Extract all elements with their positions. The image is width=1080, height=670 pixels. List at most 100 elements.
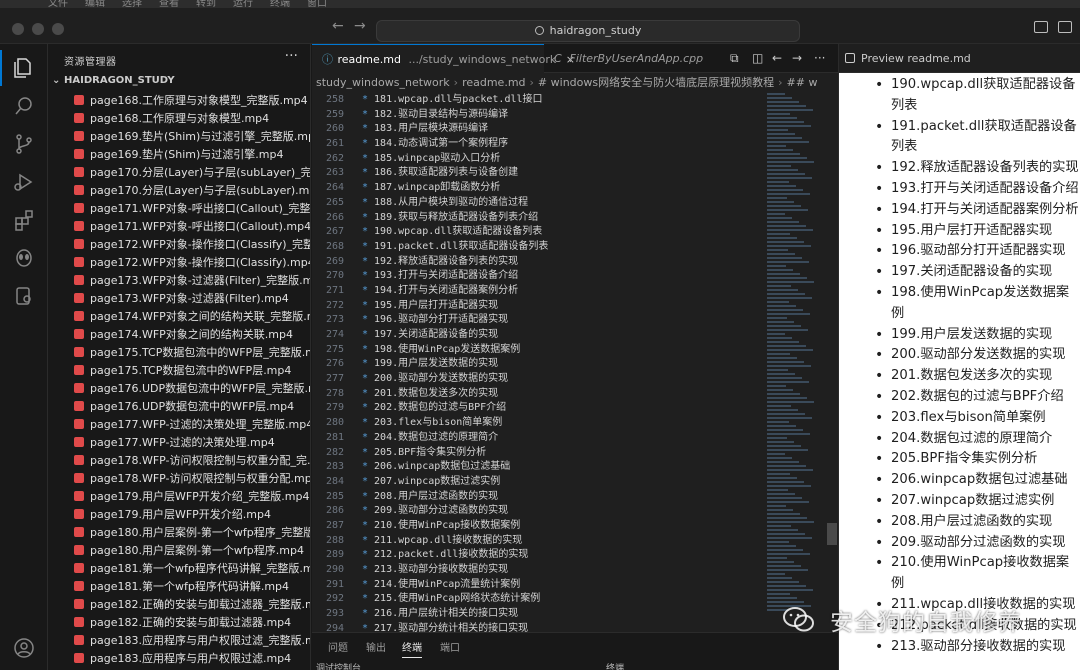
- menubar-item[interactable]: 编辑: [85, 0, 105, 8]
- toggle-sidebar-icon[interactable]: [1034, 21, 1048, 33]
- line-number: 290: [325, 564, 344, 575]
- code-line: 294 * 217.驱动部分统计相关的接口实现: [312, 622, 767, 632]
- source-control-icon[interactable]: [12, 132, 36, 156]
- file-item[interactable]: page178.WFP-访问权限控制与权重分配.mp4: [48, 470, 310, 488]
- menubar-item[interactable]: 窗口: [307, 0, 327, 8]
- scrollbar-thumb[interactable]: [827, 523, 837, 545]
- menubar-item[interactable]: 文件: [48, 0, 68, 8]
- menubar-item[interactable]: 转到: [196, 0, 216, 8]
- list-bullet: *: [362, 578, 369, 590]
- command-center-search[interactable]: haidragon_study: [376, 20, 800, 42]
- file-item[interactable]: page181.第一个wfp程序代码讲解.mp4: [48, 578, 310, 596]
- toggle-panel-icon[interactable]: [1058, 21, 1072, 33]
- file-item[interactable]: page169.垫片(Shim)与过滤引擎.mp4: [48, 146, 310, 164]
- open-preview-icon[interactable]: ⧉: [730, 51, 739, 66]
- tab-output[interactable]: 输出: [366, 639, 386, 654]
- code-line: 283 * 206.winpcap数据包过滤基础: [312, 460, 767, 475]
- back-arrow-icon[interactable]: ←: [332, 18, 344, 34]
- file-item[interactable]: page171.WFP对象-呼出接口(Callout)_完整版...: [48, 200, 310, 218]
- preview-list-item: 206.winpcap数据包过滤基础: [873, 470, 1080, 491]
- file-item[interactable]: page168.工作原理与对象模型_完整版.mp4: [48, 92, 310, 110]
- file-item[interactable]: page176.UDP数据包流中的WFP层_完整版.m...: [48, 380, 310, 398]
- run-debug-icon[interactable]: [12, 170, 36, 194]
- menubar-item[interactable]: 运行: [233, 0, 253, 8]
- back-arrow-icon[interactable]: ←: [772, 51, 782, 65]
- file-item[interactable]: page180.用户层案例-第一个wfp程序_完整版...: [48, 524, 310, 542]
- file-item[interactable]: page171.WFP对象-呼出接口(Callout).mp4: [48, 218, 310, 236]
- code-text: 198.使用WinPcap发送数据案例: [374, 343, 521, 355]
- file-item[interactable]: page168.工作原理与对象模型.mp4: [48, 110, 310, 128]
- editor-scrollbar[interactable]: [827, 93, 837, 623]
- code-line: 262 * 185.winpcap驱动入口分析: [312, 152, 767, 167]
- file-item[interactable]: page170.分层(Layer)与子层(subLayer)_完整...: [48, 164, 310, 182]
- breadcrumb-heading-1[interactable]: # windows网络安全与防火墙底层原理视频教程: [538, 76, 774, 89]
- file-item[interactable]: page183.应用程序与用户权限过滤_完整版.m...: [48, 632, 310, 650]
- file-item[interactable]: page179.用户层WFP开发介绍.mp4: [48, 506, 310, 524]
- file-item[interactable]: page181.第一个wfp程序代码讲解_完整版.mp4: [48, 560, 310, 578]
- breadcrumb-folder[interactable]: study_windows_network: [316, 76, 450, 89]
- minimap-line: [767, 369, 788, 371]
- file-item[interactable]: page179.用户层WFP开发介绍_完整版.mp4: [48, 488, 310, 506]
- file-item[interactable]: page173.WFP对象-过滤器(Filter).mp4: [48, 290, 310, 308]
- search-icon[interactable]: [12, 94, 36, 118]
- alien-extension-icon[interactable]: [12, 246, 36, 270]
- file-label: page169.垫片(Shim)与过滤引擎.mp4: [90, 148, 284, 161]
- code-line: 282 * 205.BPF指令集实例分析: [312, 446, 767, 461]
- breadcrumb-heading-2[interactable]: ## w: [787, 76, 818, 89]
- extensions-icon[interactable]: [12, 208, 36, 232]
- minimap[interactable]: [767, 93, 825, 623]
- file-item[interactable]: page172.WFP对象-操作接口(Classify).mp4: [48, 254, 310, 272]
- file-item[interactable]: page175.TCP数据包流中的WFP层_完整版.m...: [48, 344, 310, 362]
- file-item[interactable]: page175.TCP数据包流中的WFP层.mp4: [48, 362, 310, 380]
- forward-arrow-icon[interactable]: →: [354, 18, 366, 34]
- file-item[interactable]: page182.正确的安装与卸载过滤器.mp4: [48, 614, 310, 632]
- more-actions-icon[interactable]: ···: [814, 51, 825, 65]
- list-bullet: *: [362, 622, 369, 632]
- maximize-window-button[interactable]: [52, 23, 64, 35]
- minimize-window-button[interactable]: [32, 23, 44, 35]
- file-item[interactable]: page174.WFP对象之间的结构关联.mp4: [48, 326, 310, 344]
- forward-arrow-icon[interactable]: →: [792, 51, 802, 65]
- code-area[interactable]: 258 * 181.wpcap.dll与packet.dll接口 259 * 182.驱动…: [312, 93, 767, 632]
- tab-filter-cpp[interactable]: C FilterByUserAndApp.cpp: [544, 44, 714, 73]
- explorer-sidebar: 资源管理器 ··· ⌄ HAIDRAGON_STUDY page168.工作原理与…: [48, 44, 311, 670]
- video-file-icon: [74, 563, 84, 573]
- code-line: 263 * 186.获取适配器列表与设备创建: [312, 166, 767, 181]
- file-item[interactable]: page183.应用程序与用户权限过滤.mp4: [48, 650, 310, 668]
- code-text: 214.使用WinPcap流量统计案例: [374, 578, 521, 590]
- breadcrumb-file[interactable]: readme.md: [462, 76, 525, 89]
- explorer-icon[interactable]: [12, 56, 36, 80]
- tab-problems[interactable]: 问题: [328, 639, 348, 654]
- minimap-line: [767, 429, 803, 431]
- video-file-icon: [74, 131, 84, 141]
- file-item[interactable]: page174.WFP对象之间的结构关联_完整版.m...: [48, 308, 310, 326]
- file-item[interactable]: page176.UDP数据包流中的WFP层.mp4: [48, 398, 310, 416]
- file-item[interactable]: page180.用户层案例-第一个wfp程序.mp4: [48, 542, 310, 560]
- menubar-item[interactable]: 查看: [159, 0, 179, 8]
- file-item[interactable]: page182.正确的安装与卸载过滤器_完整版.m...: [48, 596, 310, 614]
- file-item[interactable]: page177.WFP-过滤的决策处理.mp4: [48, 434, 310, 452]
- more-actions-icon[interactable]: ···: [285, 48, 298, 64]
- file-item[interactable]: page173.WFP对象-过滤器(Filter)_完整版.mp4: [48, 272, 310, 290]
- file-item[interactable]: page169.垫片(Shim)与过滤引擎_完整版.mp4: [48, 128, 310, 146]
- remote-explorer-icon[interactable]: [12, 284, 36, 308]
- code-line: 275 * 198.使用WinPcap发送数据案例: [312, 343, 767, 358]
- menubar-item[interactable]: 终端: [270, 0, 290, 8]
- workspace-folder[interactable]: ⌄ HAIDRAGON_STUDY: [52, 75, 175, 86]
- file-item[interactable]: page177.WFP-过滤的决策处理_完整版.mp4: [48, 416, 310, 434]
- tab-readme[interactable]: ⓘ readme.md .../study_windows_network ×: [312, 44, 575, 73]
- account-icon[interactable]: [12, 636, 36, 660]
- debug-console-label[interactable]: 调试控制台: [316, 661, 361, 670]
- file-item[interactable]: page172.WFP对象-操作接口(Classify)_完整...: [48, 236, 310, 254]
- tab-terminal[interactable]: 终端: [402, 639, 422, 658]
- line-number: 263: [325, 167, 344, 179]
- terminal-section-label[interactable]: 终端: [606, 661, 624, 670]
- split-editor-icon[interactable]: ◫: [752, 51, 763, 65]
- tab-preview-readme[interactable]: Preview readme.md: [845, 44, 971, 73]
- tab-ports[interactable]: 端口: [440, 639, 460, 654]
- file-item[interactable]: page170.分层(Layer)与子层(subLayer).mp4: [48, 182, 310, 200]
- close-window-button[interactable]: [12, 23, 24, 35]
- preview-list-item: 191.packet.dll获取适配器设备列表: [873, 117, 1080, 159]
- file-item[interactable]: page178.WFP-访问权限控制与权重分配_完...: [48, 452, 310, 470]
- menubar-item[interactable]: 选择: [122, 0, 142, 8]
